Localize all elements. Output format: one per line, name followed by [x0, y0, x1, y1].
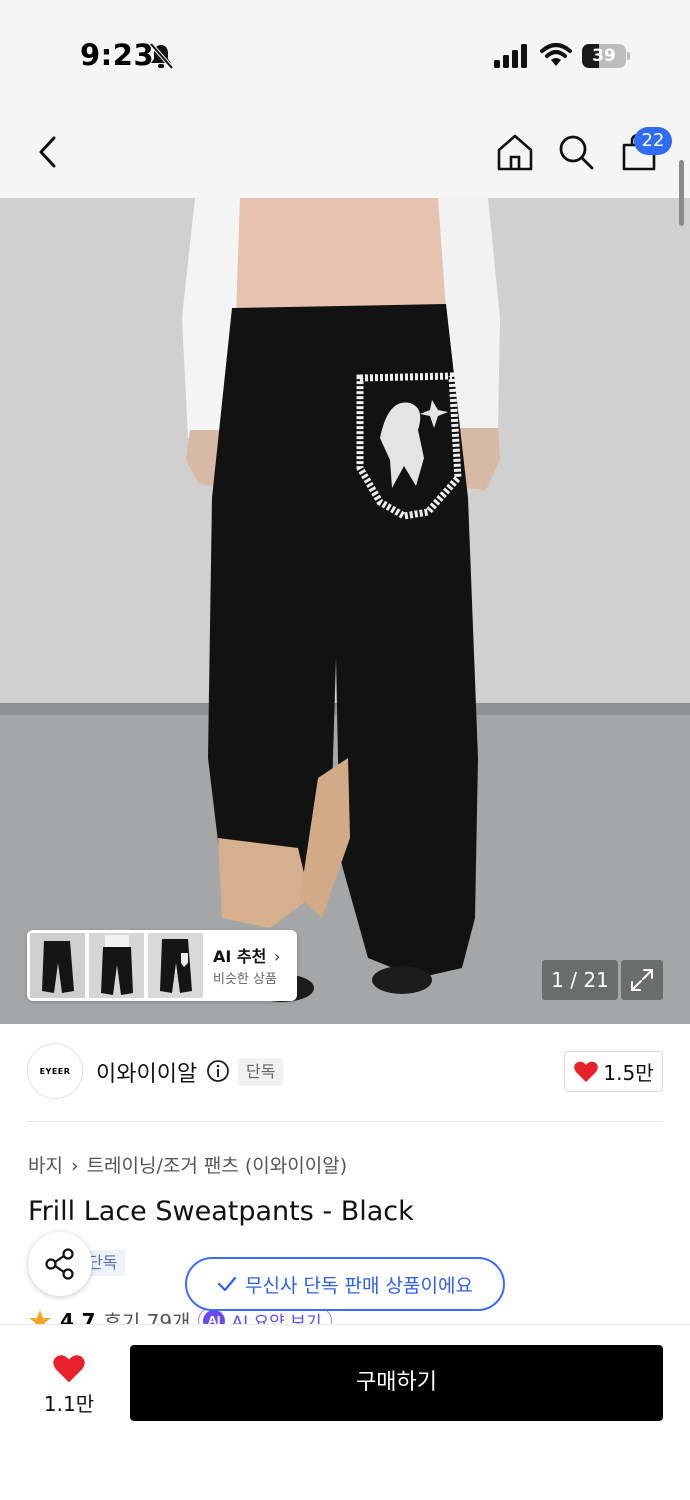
- brand-name[interactable]: 이와이이알: [96, 1056, 197, 1088]
- product-title: Frill Lace Sweatpants - Black: [28, 1196, 414, 1227]
- ai-thumbnail[interactable]: [30, 933, 85, 998]
- page-scroll-indicator: [679, 160, 684, 226]
- heart-icon: [574, 1061, 599, 1082]
- wish-button[interactable]: [38, 1351, 100, 1389]
- chevron-right-icon: ›: [70, 1155, 79, 1177]
- divider: [27, 1121, 663, 1122]
- buy-button[interactable]: 구매하기: [130, 1345, 663, 1421]
- back-button[interactable]: [26, 130, 70, 174]
- image-page-counter: 1 / 21: [542, 960, 618, 1000]
- brand-logo[interactable]: EYEER: [27, 1043, 83, 1099]
- info-icon[interactable]: [206, 1059, 230, 1083]
- exclusive-toast: 무신사 단독 판매 상품이에요: [185, 1257, 505, 1311]
- brand-logo-text: EYEER: [39, 1066, 71, 1076]
- search-button[interactable]: [554, 130, 598, 174]
- review-count-link[interactable]: 후기 79개: [103, 1306, 190, 1326]
- share-icon: [45, 1248, 74, 1280]
- ai-recommend-subtitle: 비슷한 상품: [213, 972, 277, 987]
- wish-count: 1.1만: [43, 1392, 95, 1416]
- wifi-icon: [540, 43, 572, 66]
- top-nav-bar: [0, 112, 690, 198]
- status-time: 9:23: [80, 38, 155, 72]
- product-photo: [0, 198, 690, 1024]
- home-button[interactable]: [493, 130, 537, 174]
- breadcrumb: 바지 › 트레이닝/조거 팬츠 (이와이이알): [28, 1151, 347, 1178]
- bell-muted-icon: [149, 42, 174, 70]
- expand-icon: [631, 969, 653, 991]
- search-icon: [559, 135, 594, 170]
- heart-icon: [53, 1355, 85, 1383]
- battery-icon: 39: [582, 44, 630, 68]
- status-bar: 9:23 39: [0, 0, 690, 112]
- brand-like-button[interactable]: 1.5만: [564, 1051, 663, 1092]
- breadcrumb-item[interactable]: 트레이닝/조거 팬츠 (이와이이알): [87, 1155, 348, 1177]
- back-icon: [39, 136, 56, 168]
- toast-text: 무신사 단독 판매 상품이에요: [245, 1274, 473, 1297]
- home-icon: [497, 134, 533, 171]
- battery-cap: [627, 52, 630, 60]
- cart-count-badge: 22: [634, 127, 672, 155]
- brand-like-count: 1.5만: [603, 1061, 654, 1085]
- ai-recommend-card[interactable]: AI 추천 › 비슷한 상품: [27, 930, 297, 1001]
- cellular-signal-icon: [494, 44, 527, 68]
- product-image-carousel[interactable]: AI 추천 › 비슷한 상품 1 / 21: [0, 198, 690, 1024]
- battery-level: 39: [592, 46, 616, 66]
- check-icon: [217, 1276, 237, 1292]
- ai-thumbnail[interactable]: [148, 933, 203, 998]
- ai-thumbnail[interactable]: [89, 933, 144, 998]
- battery-body: 39: [582, 44, 626, 68]
- breadcrumb-item[interactable]: 바지: [28, 1155, 63, 1177]
- chevron-right-icon: ›: [273, 947, 281, 966]
- share-button[interactable]: [28, 1232, 92, 1296]
- expand-image-button[interactable]: [621, 960, 663, 1000]
- ai-recommend-title: AI 추천 ›: [213, 947, 281, 966]
- exclusive-tag: 단독: [238, 1058, 284, 1086]
